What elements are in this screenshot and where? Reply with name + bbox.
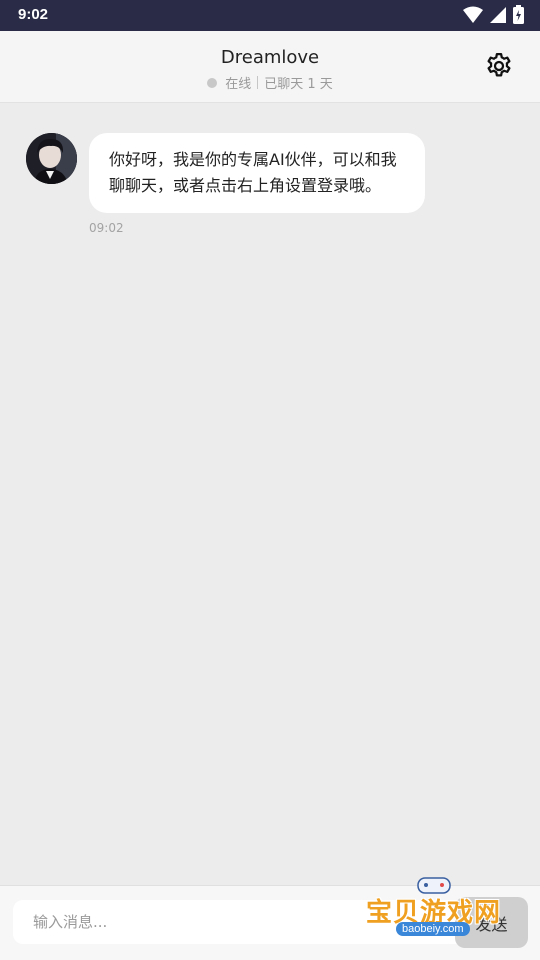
contact-status: 在线 已聊天 1 天 xyxy=(0,73,540,92)
chat-duration: 已聊天 1 天 xyxy=(264,77,333,92)
status-bar: 9:02 xyxy=(0,0,540,31)
wifi-icon xyxy=(463,6,483,23)
avatar[interactable] xyxy=(26,133,77,184)
message-bubble: 你好呀，我是你的专属AI伙伴，可以和我聊聊天，或者点击右上角设置登录哦。 xyxy=(89,133,425,213)
status-time: 9:02 xyxy=(18,6,49,23)
contact-name: Dreamlove xyxy=(220,47,320,68)
battery-icon xyxy=(513,5,524,24)
message-composer: 发送 xyxy=(0,885,540,960)
chat-header: Dreamlove 在线 已聊天 1 天 xyxy=(0,31,540,103)
status-divider xyxy=(257,76,259,89)
message-item: 你好呀，我是你的专属AI伙伴，可以和我聊聊天，或者点击右上角设置登录哦。 09:… xyxy=(26,133,425,235)
send-button[interactable]: 发送 xyxy=(455,897,528,948)
presence-dot xyxy=(207,77,218,88)
message-list[interactable]: 你好呀，我是你的专属AI伙伴，可以和我聊聊天，或者点击右上角设置登录哦。 09:… xyxy=(0,103,540,885)
gear-icon xyxy=(487,53,511,77)
avatar-image xyxy=(26,133,77,184)
status-icons xyxy=(463,5,524,24)
settings-button[interactable] xyxy=(484,51,514,81)
message-timestamp: 09:02 xyxy=(89,221,124,235)
signal-icon xyxy=(490,6,506,23)
message-input[interactable] xyxy=(13,900,467,944)
presence-label: 在线 xyxy=(225,77,252,92)
message-content: 你好呀，我是你的专属AI伙伴，可以和我聊聊天，或者点击右上角设置登录哦。 09:… xyxy=(89,133,425,235)
